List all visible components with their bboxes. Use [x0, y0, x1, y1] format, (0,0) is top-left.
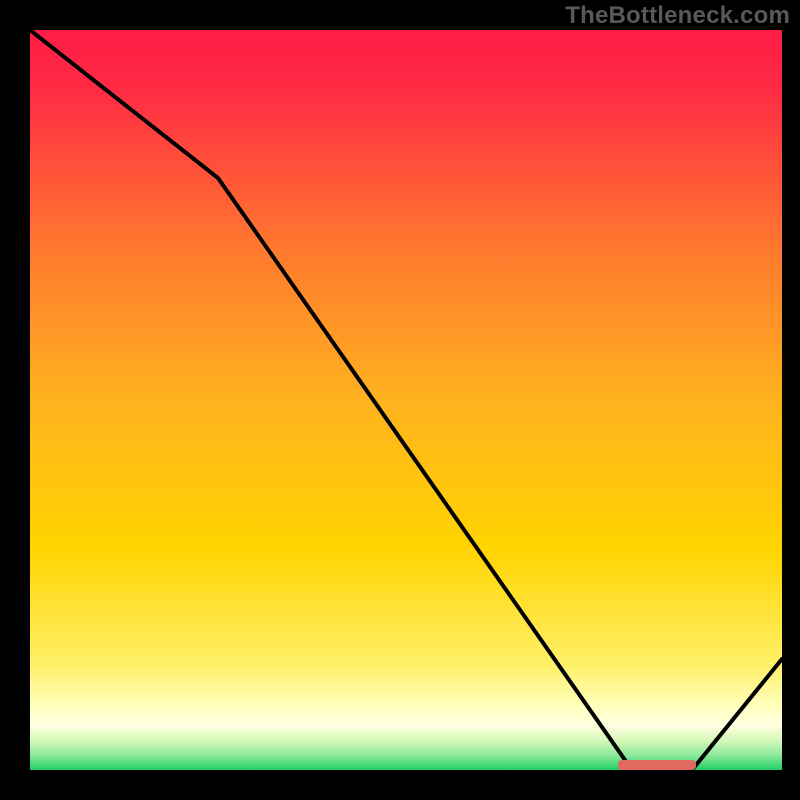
plot-area	[30, 30, 782, 770]
highlight-marker	[618, 760, 696, 770]
chart-svg	[30, 30, 782, 770]
watermark-text: TheBottleneck.com	[565, 2, 790, 30]
gradient-background	[30, 30, 782, 770]
chart-frame: TheBottleneck.com	[0, 0, 800, 800]
